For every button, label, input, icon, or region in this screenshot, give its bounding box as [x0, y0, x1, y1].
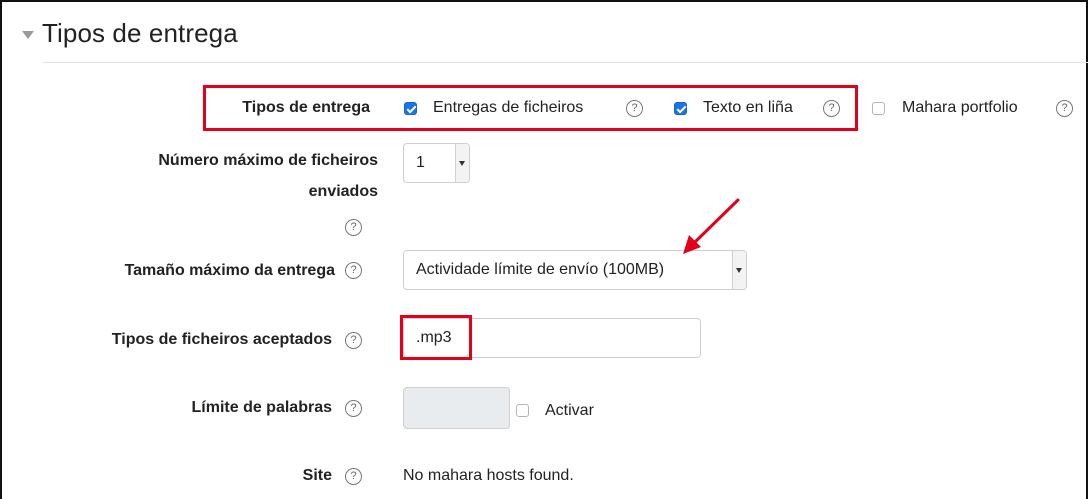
max-size-select[interactable]: Actividade límite de envío (100MB)	[403, 250, 747, 290]
word-limit-label: Límite de palabras	[191, 399, 333, 416]
site-value: No mahara hosts found.	[403, 467, 574, 484]
max-size-help-icon[interactable]: ?	[345, 262, 362, 279]
file-submissions-label: Entregas de ficheiros	[433, 99, 584, 116]
site-label: Site	[302, 467, 332, 484]
word-limit-enable-label: Activar	[545, 402, 594, 419]
mahara-portfolio-help-icon[interactable]: ?	[1056, 100, 1073, 117]
file-submissions-help-icon[interactable]: ?	[626, 100, 643, 117]
word-limit-help-icon[interactable]: ?	[345, 400, 362, 417]
section-title: Tipos de entrega	[42, 18, 238, 48]
online-text-help-icon[interactable]: ?	[823, 100, 840, 117]
section-divider	[42, 62, 1088, 63]
max-files-label-line1: Número máximo de ficheiros	[158, 152, 378, 169]
word-limit-input[interactable]	[403, 387, 510, 429]
file-submissions-checkbox[interactable]	[404, 102, 417, 115]
max-files-help-icon[interactable]: ?	[345, 219, 362, 236]
accepted-types-label: Tipos de ficheiros aceptados	[111, 331, 332, 348]
word-limit-enable-checkbox[interactable]	[516, 404, 529, 417]
accepted-types-help-icon[interactable]: ?	[345, 332, 362, 349]
dropdown-arrow-icon	[455, 144, 469, 182]
dropdown-arrow-icon	[732, 251, 746, 289]
site-help-icon[interactable]: ?	[345, 468, 362, 485]
max-size-value: Actividade límite de envío (100MB)	[416, 261, 665, 278]
max-files-label-line2: enviados	[308, 183, 378, 200]
online-text-label: Texto en liña	[703, 99, 793, 116]
max-files-value: 1	[416, 154, 425, 171]
mahara-portfolio-checkbox[interactable]	[872, 102, 885, 115]
mahara-portfolio-label: Mahara portfolio	[902, 99, 1018, 116]
section-header[interactable]: Tipos de entrega	[22, 18, 238, 49]
annotation-highlight-accepted-types	[400, 315, 472, 360]
max-files-select[interactable]: 1	[403, 143, 470, 183]
collapse-caret-icon[interactable]	[22, 30, 34, 39]
submission-types-label: Tipos de entrega	[242, 99, 370, 116]
online-text-checkbox[interactable]	[674, 102, 687, 115]
max-size-label: Tamaño máximo da entrega	[124, 262, 335, 279]
